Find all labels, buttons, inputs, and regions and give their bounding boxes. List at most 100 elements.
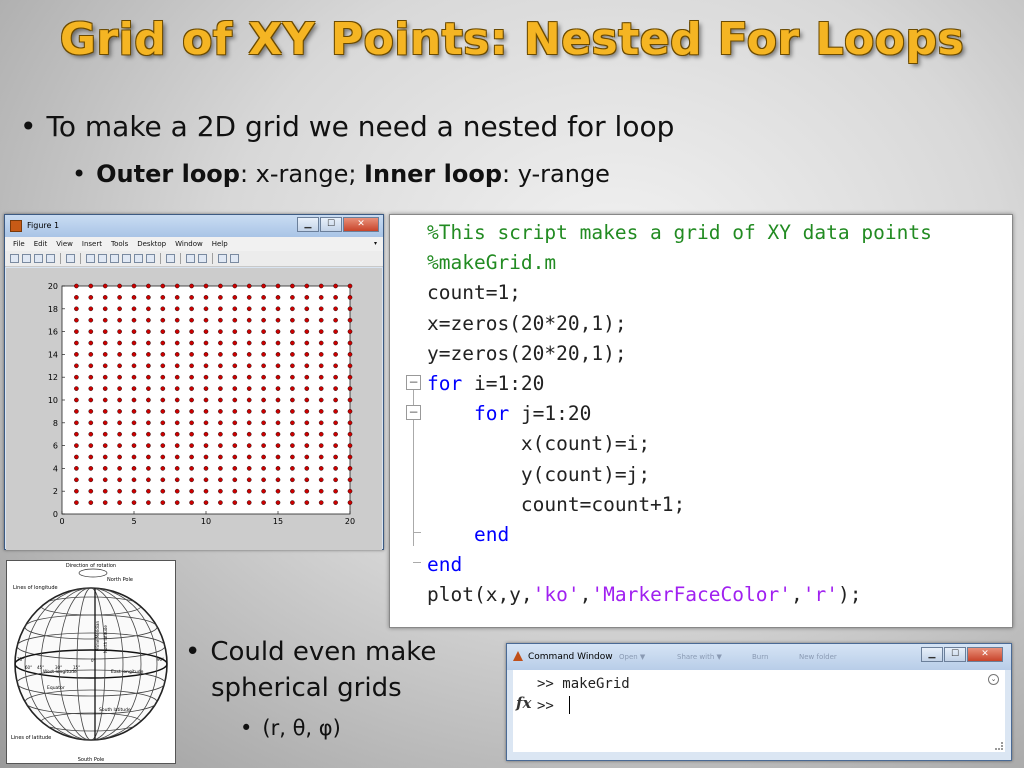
- zoom-out-icon[interactable]: [98, 254, 107, 263]
- fx-icon[interactable]: fx: [516, 694, 531, 712]
- code-line: end: [427, 523, 509, 553]
- grid-point: [189, 329, 194, 334]
- pointer-icon[interactable]: [66, 254, 75, 263]
- minimize-button[interactable]: ▁: [297, 217, 319, 232]
- menu-insert[interactable]: Insert: [82, 240, 102, 248]
- grid-point: [232, 329, 238, 334]
- menu-window[interactable]: Window: [175, 240, 203, 248]
- hide-tools-icon[interactable]: [218, 254, 227, 263]
- grid-point: [304, 488, 310, 494]
- grid-point: [74, 488, 79, 494]
- grid-point: [74, 409, 79, 414]
- grid-point: [275, 317, 281, 323]
- bullet-dot: •: [20, 110, 37, 143]
- fold-toggle-inner-icon[interactable]: −: [406, 405, 421, 420]
- print-icon[interactable]: [46, 254, 55, 263]
- grid-point: [146, 409, 151, 414]
- menu-edit[interactable]: Edit: [34, 240, 48, 248]
- grid-point: [246, 454, 252, 460]
- grid-point: [102, 340, 108, 346]
- data-cursor-icon[interactable]: [134, 254, 143, 263]
- grid-point: [160, 477, 166, 483]
- menu-help[interactable]: Help: [212, 240, 228, 248]
- ghost-menu-open: Open ▼: [619, 653, 646, 661]
- grid-point: [232, 409, 238, 414]
- code-token: );: [837, 583, 862, 607]
- open-icon[interactable]: [22, 254, 31, 263]
- fold-toggle-outer-icon[interactable]: −: [406, 375, 421, 390]
- grid-point: [318, 386, 324, 391]
- grid-point: [146, 295, 151, 300]
- y-tick-label: 18: [48, 305, 58, 314]
- grid-point: [246, 340, 252, 346]
- grid-point: [117, 340, 122, 346]
- command-prompt[interactable]: >>: [537, 698, 562, 714]
- command-window-body[interactable]: fx >> makeGrid >> ⌄: [513, 670, 1005, 752]
- grid-point: [102, 352, 108, 357]
- cmd-maximize-button[interactable]: ☐: [944, 647, 966, 662]
- menu-file[interactable]: File: [13, 240, 25, 248]
- grid-point: [347, 409, 353, 414]
- grid-point: [160, 386, 166, 391]
- menu-desktop[interactable]: Desktop: [137, 240, 166, 248]
- grid-point: [131, 466, 137, 471]
- maximize-button[interactable]: ☐: [320, 217, 342, 232]
- code-token: for: [427, 372, 463, 395]
- menubar-arrow-icon[interactable]: ▾: [374, 240, 377, 247]
- grid-point: [261, 431, 266, 437]
- grid-point: [304, 352, 310, 357]
- grid-point: [318, 295, 324, 300]
- grid-point: [146, 397, 151, 403]
- menu-view[interactable]: View: [56, 240, 73, 248]
- code-editor[interactable]: %This script makes a grid of XY data poi…: [389, 214, 1013, 628]
- colorbar-icon[interactable]: [186, 254, 195, 263]
- legend-icon[interactable]: [198, 254, 207, 263]
- grid-point: [290, 329, 295, 334]
- figure-titlebar[interactable]: Figure 1 ▁ ☐ ✕: [5, 215, 383, 237]
- code-token: 'ko': [532, 583, 580, 607]
- grid-point: [174, 397, 180, 403]
- grid-point: [261, 306, 266, 312]
- grid-point: [318, 466, 324, 471]
- show-tools-icon[interactable]: [230, 254, 239, 263]
- code-token: ,: [790, 583, 803, 607]
- grid-point: [131, 500, 137, 505]
- cmd-minimize-button[interactable]: ▁: [921, 647, 943, 662]
- scroll-options-icon[interactable]: ⌄: [988, 674, 999, 685]
- command-window-titlebar[interactable]: Command Window Open ▼ Share with ▼ Burn …: [507, 644, 1011, 670]
- code-token: i=1:20: [462, 372, 545, 395]
- grid-point: [88, 409, 94, 414]
- pan-icon[interactable]: [110, 254, 119, 263]
- link-icon[interactable]: [166, 254, 175, 263]
- zoom-in-icon[interactable]: [86, 254, 95, 263]
- grid-point: [117, 443, 122, 448]
- cmd-close-button[interactable]: ✕: [967, 647, 1003, 662]
- globe-illustration: Direction of rotation North Pole South P…: [6, 560, 176, 764]
- y-tick-label: 14: [48, 350, 58, 359]
- rotate-icon[interactable]: [122, 254, 131, 263]
- grid-point: [318, 500, 324, 505]
- grid-point: [218, 340, 223, 346]
- brush-icon[interactable]: [146, 254, 155, 263]
- y-tick-label: 2: [53, 487, 58, 496]
- grid-point: [174, 295, 180, 300]
- grid-point: [261, 397, 266, 403]
- grid-point: [189, 386, 194, 391]
- fold-end-outer: [413, 562, 421, 563]
- close-button[interactable]: ✕: [343, 217, 379, 232]
- grid-point: [246, 488, 252, 494]
- grid-point: [174, 283, 180, 289]
- grid-point: [88, 306, 94, 312]
- grid-point: [261, 409, 266, 414]
- scatter-plot[interactable]: 0 5 10 15 20 0 2 4 6 8 10 12 14 16 18 20: [6, 268, 382, 550]
- grid-point: [246, 397, 252, 403]
- grid-point: [304, 477, 310, 483]
- grid-point: [232, 397, 238, 403]
- resize-grip-icon[interactable]: [995, 742, 1003, 750]
- new-figure-icon[interactable]: [10, 254, 19, 263]
- grid-point: [131, 420, 137, 426]
- grid-point: [160, 488, 166, 494]
- grid-point: [189, 488, 194, 494]
- menu-tools[interactable]: Tools: [111, 240, 128, 248]
- save-icon[interactable]: [34, 254, 43, 263]
